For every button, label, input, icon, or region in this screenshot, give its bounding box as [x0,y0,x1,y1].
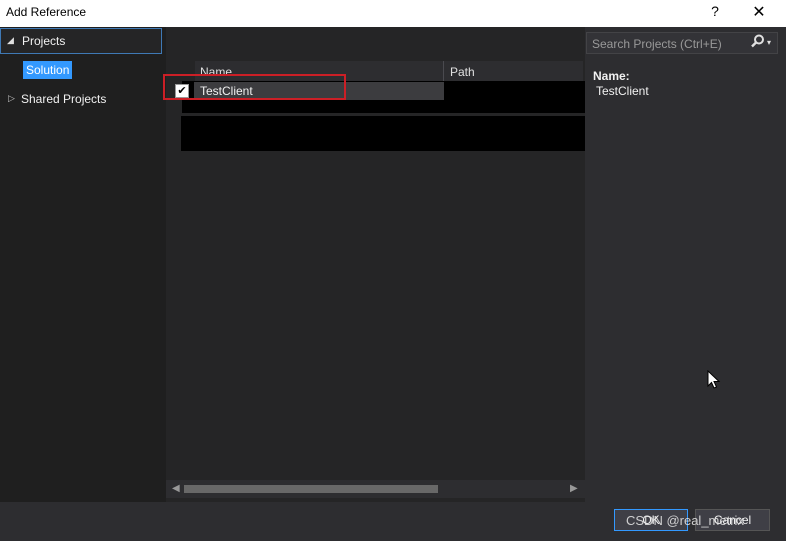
column-divider[interactable] [443,61,444,81]
details-name-value: TestClient [596,84,649,98]
window-title: Add Reference [6,5,87,19]
annotation-highlight-box [163,74,346,100]
expanded-arrow-icon[interactable]: ◢ [7,35,14,46]
scroll-right-icon[interactable]: ▶ [570,483,578,494]
scroll-left-icon[interactable]: ◀ [172,483,180,494]
column-header-path[interactable]: Path [450,65,475,79]
search-icon[interactable] [751,34,765,51]
details-panel: Search Projects (Ctrl+E) ▾ Name: TestCli… [585,27,786,502]
button-bar: OK Cancel CSDN @real_metrix [0,502,786,541]
collapsed-arrow-icon[interactable]: ▷ [8,93,15,104]
search-options-dropdown-icon[interactable]: ▾ [767,38,771,47]
tree-item-shared-projects-label: Shared Projects [21,92,107,106]
mouse-cursor-icon [707,369,721,390]
close-button[interactable]: ✕ [749,2,769,22]
search-box[interactable]: Search Projects (Ctrl+E) ▾ [586,32,778,54]
search-input[interactable]: Search Projects (Ctrl+E) [592,37,722,51]
horizontal-scrollbar[interactable]: ◀ ▶ [166,480,585,498]
watermark: CSDN @real_metrix [626,513,744,528]
redacted-region [181,116,595,151]
scroll-thumb[interactable] [184,485,438,493]
category-tree: ◢ Projects Solution ▷ Shared Projects [0,27,166,502]
tree-item-solution[interactable]: Solution [23,61,73,79]
tree-item-projects[interactable]: ◢ Projects [0,28,162,54]
project-list-panel: Name Path ✔ TestClient ◀ ▶ [163,27,595,502]
details-name-label: Name: [593,69,630,83]
help-button[interactable]: ? [708,3,722,19]
title-bar: Add Reference ? ✕ [0,0,786,27]
tree-item-projects-label: Projects [22,34,66,48]
